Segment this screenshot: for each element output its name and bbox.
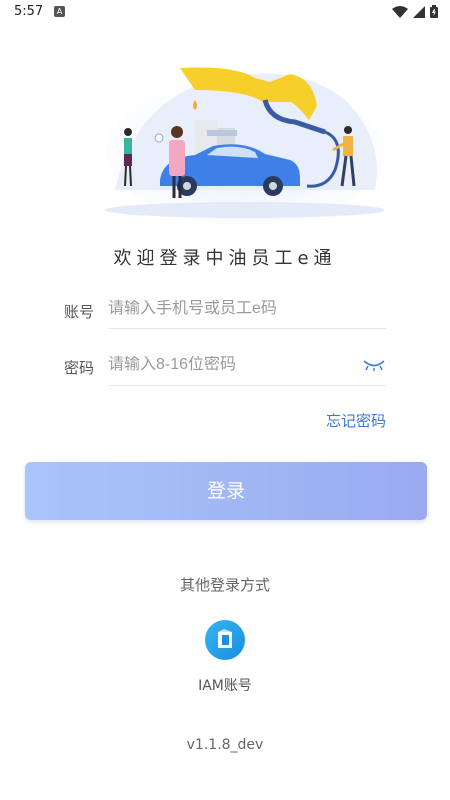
battery-icon <box>430 5 438 18</box>
status-time: 5:57 <box>14 4 44 19</box>
account-label: 账号 <box>64 303 95 321</box>
status-bar: 5:57 A <box>0 0 450 24</box>
eye-closed-icon[interactable] <box>362 358 386 372</box>
hero-illustration <box>105 67 385 225</box>
account-input[interactable] <box>108 300 348 318</box>
account-divider <box>108 328 386 329</box>
notification-icon: A <box>54 6 65 17</box>
other-login-title: 其他登录方式 <box>179 576 270 594</box>
iam-login-option[interactable]: IAM账号 <box>0 675 450 695</box>
app-version: v1.1.8_dev <box>186 737 264 753</box>
signal-icon <box>413 5 425 18</box>
iam-logo-icon <box>218 629 232 648</box>
welcome-title: 欢迎登录中油员工e通 <box>113 248 337 269</box>
iam-icon[interactable] <box>205 620 245 660</box>
wifi-icon <box>392 5 408 18</box>
forgot-password-link[interactable]: 忘记密码 <box>326 410 386 431</box>
status-icons <box>392 5 438 18</box>
password-divider <box>108 385 386 386</box>
password-input[interactable] <box>108 356 348 374</box>
password-label: 密码 <box>64 359 95 377</box>
ground-shadow <box>105 202 385 218</box>
login-button[interactable]: 登录 <box>25 462 427 520</box>
